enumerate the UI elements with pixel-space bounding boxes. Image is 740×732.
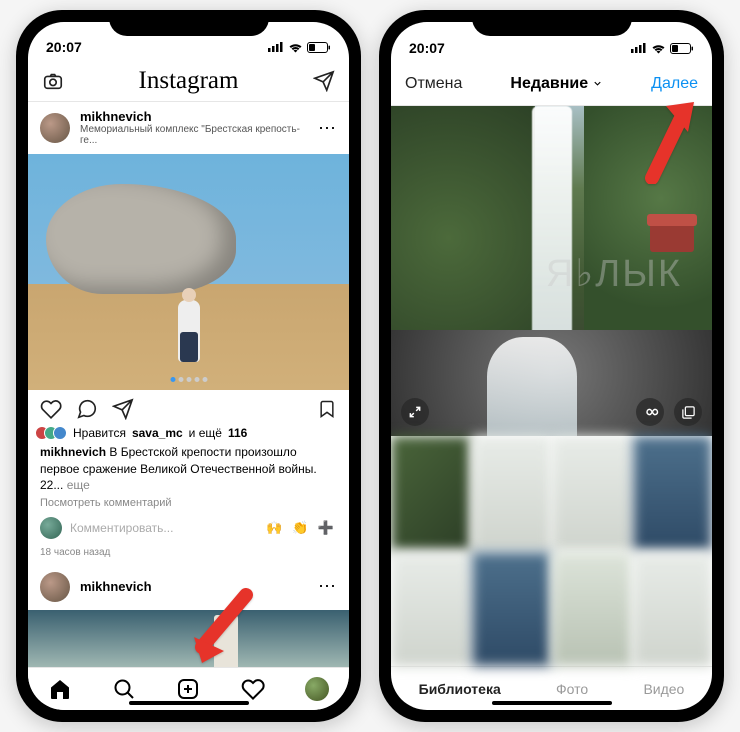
- carousel-dots: [170, 377, 207, 382]
- status-indicators: [268, 42, 331, 53]
- post-header[interactable]: mikhnevich Мемориальный комплекс "Брестс…: [28, 102, 349, 154]
- activity-icon[interactable]: [241, 677, 265, 701]
- album-label: Недавние: [510, 75, 588, 93]
- more-options-icon[interactable]: ⋯: [318, 576, 337, 597]
- app-title: Instagram: [139, 67, 239, 95]
- expand-icon[interactable]: [401, 398, 429, 426]
- home-icon[interactable]: [48, 677, 72, 701]
- likes-count[interactable]: 116: [228, 426, 247, 440]
- heart-icon[interactable]: [40, 398, 62, 420]
- battery-icon: [307, 42, 331, 53]
- avatar[interactable]: [40, 572, 70, 602]
- quick-emoji[interactable]: 🙌 👏 ➕: [266, 520, 337, 536]
- tab-photo[interactable]: Фото: [556, 681, 588, 697]
- annotation-arrow: [636, 96, 698, 189]
- avatar[interactable]: [40, 113, 70, 143]
- more-options-icon[interactable]: ⋯: [318, 118, 337, 139]
- grid-cell[interactable]: [472, 552, 552, 667]
- camera-icon[interactable]: [42, 70, 64, 92]
- notch: [472, 10, 632, 36]
- caption-user[interactable]: mikhnevich: [40, 445, 106, 459]
- next-button[interactable]: Далее: [651, 75, 698, 93]
- status-time: 20:07: [409, 40, 445, 56]
- phone-right: 20:07 Отмена Недавние Далее Я♭ЛЫК: [379, 10, 724, 722]
- home-indicator[interactable]: [129, 701, 249, 705]
- likes-row[interactable]: Нравится sava_mc и ещё 116: [28, 424, 349, 442]
- status-indicators: [631, 43, 694, 54]
- view-comments[interactable]: Посмотреть комментарий: [28, 495, 349, 511]
- grid-cell[interactable]: [391, 552, 471, 667]
- multi-select-icon[interactable]: [674, 398, 702, 426]
- infinity-icon[interactable]: [636, 398, 664, 426]
- post-username[interactable]: mikhnevich: [80, 580, 152, 594]
- notch: [109, 10, 269, 36]
- wifi-icon: [651, 43, 666, 54]
- comment-input[interactable]: Комментировать...: [70, 521, 258, 535]
- grid-cell[interactable]: [391, 436, 471, 551]
- ig-header: Instagram: [28, 60, 349, 102]
- bookmark-icon[interactable]: [317, 398, 337, 420]
- comment-icon[interactable]: [76, 398, 98, 420]
- screen-picker: 20:07 Отмена Недавние Далее Я♭ЛЫК: [391, 22, 712, 710]
- post-image[interactable]: [28, 154, 349, 390]
- paper-plane-icon[interactable]: [313, 70, 335, 92]
- grid-cell[interactable]: [633, 552, 713, 667]
- caption-more[interactable]: еще: [67, 478, 90, 492]
- photo-grid: [391, 436, 712, 666]
- post-user-block: mikhnevich Мемориальный комплекс "Брестс…: [80, 110, 308, 146]
- status-time: 20:07: [46, 39, 82, 55]
- share-icon[interactable]: [112, 398, 134, 420]
- battery-icon: [670, 43, 694, 54]
- post-location[interactable]: Мемориальный комплекс "Брестская крепост…: [80, 124, 308, 146]
- likes-avatars: [40, 426, 67, 440]
- post-caption: mikhnevich В Брестской крепости произошл…: [28, 442, 349, 495]
- likes-prefix: Нравится: [73, 426, 126, 440]
- phone-left: 20:07 Instagram mikhnevich Мемориальный …: [16, 10, 361, 722]
- annotation-arrow: [188, 587, 258, 672]
- profile-icon[interactable]: [305, 677, 329, 701]
- add-comment-row[interactable]: Комментировать... 🙌 👏 ➕: [28, 511, 349, 545]
- wifi-icon: [288, 42, 303, 53]
- chevron-down-icon: [592, 78, 603, 89]
- album-dropdown[interactable]: Недавние: [510, 75, 603, 93]
- home-indicator[interactable]: [492, 701, 612, 705]
- grid-cell[interactable]: [633, 436, 713, 551]
- post-timestamp: 18 часов назад: [28, 545, 349, 564]
- grid-cell[interactable]: [472, 436, 552, 551]
- signal-icon: [631, 43, 647, 53]
- likes-user[interactable]: sava_mc: [132, 426, 183, 440]
- post-username[interactable]: mikhnevich: [80, 110, 308, 124]
- monument-shape: [46, 184, 236, 294]
- cancel-button[interactable]: Отмена: [405, 75, 462, 93]
- person-shape: [178, 300, 200, 362]
- likes-and: и ещё: [189, 426, 222, 440]
- grid-cell[interactable]: [552, 436, 632, 551]
- screen-feed: 20:07 Instagram mikhnevich Мемориальный …: [28, 22, 349, 710]
- grid-cell[interactable]: [552, 552, 632, 667]
- signal-icon: [268, 42, 284, 52]
- search-icon[interactable]: [112, 677, 136, 701]
- avatar: [40, 517, 62, 539]
- tab-video[interactable]: Видео: [643, 681, 684, 697]
- add-post-icon[interactable]: [176, 677, 200, 701]
- tab-library[interactable]: Библиотека: [419, 681, 501, 697]
- post-actions: [28, 390, 349, 424]
